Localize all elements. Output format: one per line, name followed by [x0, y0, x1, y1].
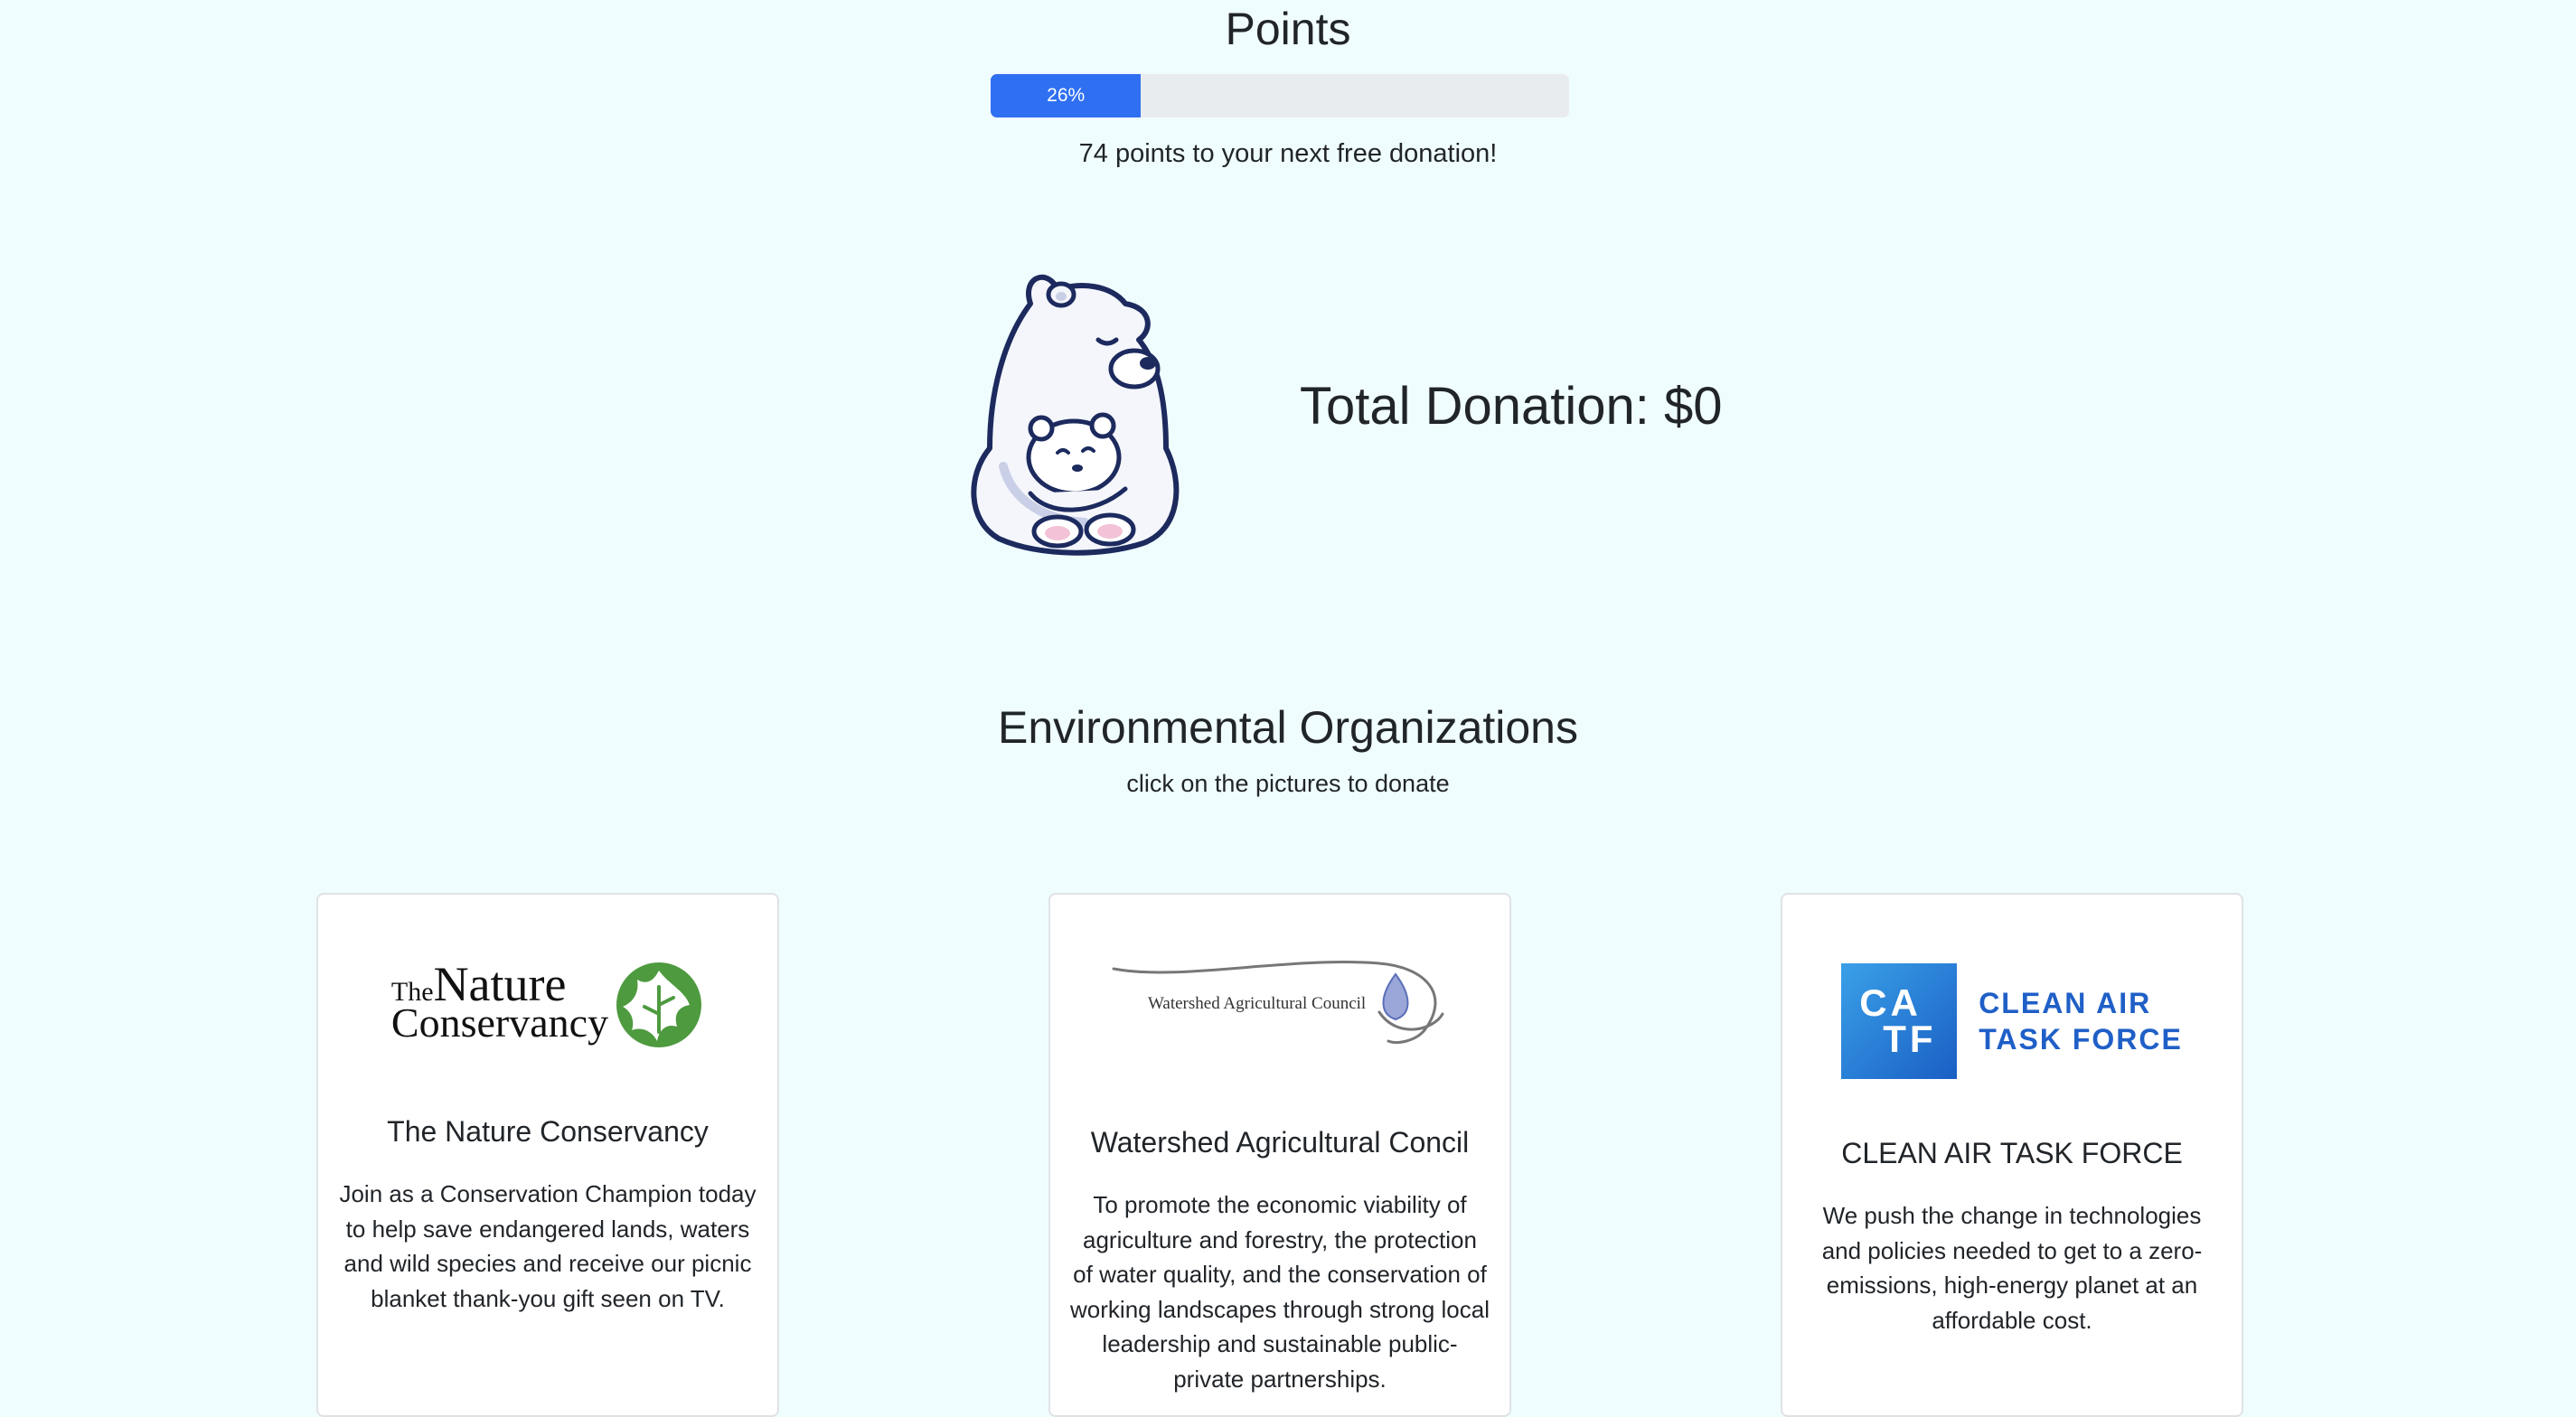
- organizations-title: Environmental Organizations: [998, 702, 1578, 753]
- page: Points 26% 74 points to your next free d…: [0, 0, 2576, 1417]
- org-card-title: CLEAN AIR TASK FORCE: [1841, 1137, 2183, 1169]
- points-progress-fill: 26%: [991, 74, 1142, 117]
- catf-logo-box: CA TF: [1841, 963, 1958, 1079]
- tnc-logo-conservancy: Conservancy: [390, 999, 609, 1046]
- total-donation: Total Donation: $0: [1300, 377, 1723, 436]
- points-remaining-text: 74 points to your next free donation!: [1078, 139, 1498, 168]
- org-card-text: Join as a Conservation Champion today to…: [339, 1180, 757, 1312]
- catf-logo-name-line2: TASK FORCE: [1979, 1023, 2183, 1056]
- watershed-agricultural-council-logo[interactable]: Watershed Agricultural Council: [1050, 958, 1509, 1057]
- catf-logo-name-line1: CLEAN AIR: [1979, 987, 2152, 1019]
- wac-logo-text: Watershed Agricultural Council: [1148, 994, 1367, 1013]
- points-progress-bar: 26%: [991, 74, 1569, 117]
- catf-logo-box-row2: TF: [1883, 1018, 1937, 1060]
- points-title: Points: [1225, 4, 1351, 54]
- org-card-title: The Nature Conservancy: [387, 1115, 709, 1148]
- organizations-subtitle: click on the pictures to donate: [1126, 770, 1450, 797]
- org-card-title: Watershed Agricultural Concil: [1090, 1126, 1470, 1159]
- org-card-text: To promote the economic viability of agr…: [1070, 1191, 1490, 1393]
- clean-air-task-force-logo[interactable]: CA TF CLEAN AIR TASK FORCE: [1782, 963, 2242, 1079]
- green-leaf-globe-icon: [616, 962, 702, 1047]
- nature-conservancy-logo[interactable]: TheNature Conservancy: [318, 960, 777, 1050]
- polar-bear-mother-and-cub-icon: [967, 267, 1193, 557]
- org-card-text: We push the change in technologies and p…: [1821, 1202, 2203, 1334]
- org-card-watershed-agricultural-council[interactable]: Watershed Agricultural Council Watershed…: [1048, 893, 1511, 1417]
- org-card-clean-air-task-force[interactable]: CA TF CLEAN AIR TASK FORCE CLEAN AIR TAS…: [1781, 893, 2243, 1417]
- org-card-nature-conservancy[interactable]: TheNature Conservancy The Nature Conserv…: [316, 893, 779, 1417]
- catf-logo-box-row1: CA: [1859, 981, 1922, 1024]
